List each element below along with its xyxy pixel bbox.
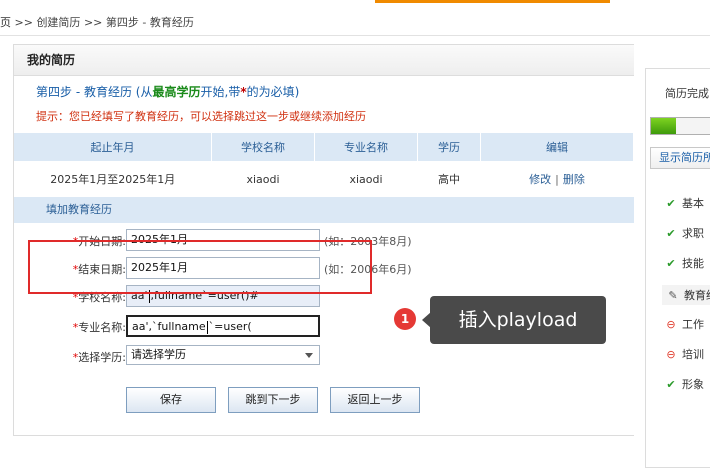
breadcrumb-separator: >> [83, 16, 103, 29]
cell-school: xiaodi [211, 161, 315, 198]
completion-progress-bar [650, 117, 710, 135]
text-caret [206, 320, 208, 334]
sidebar-item[interactable]: ✔ 形象 [664, 376, 704, 392]
sidebar-item-label: 教育经 [684, 289, 710, 302]
step-instructions: (从最高学历开始,带*的为必填) [136, 85, 300, 99]
breadcrumb-item-create-resume[interactable]: 创建简历 [36, 16, 80, 29]
major-name-label: *专业名称: [73, 319, 126, 335]
step-sub-open: (从 [135, 85, 153, 99]
column-header-school: 学校名称 [211, 133, 315, 161]
table-header-row: 起止年月 学校名称 专业名称 学历 编辑 [14, 133, 634, 161]
progress-fill [651, 118, 676, 134]
sidebar-item-label: 工作 [682, 318, 704, 331]
degree-label-text: 选择学历: [78, 351, 126, 364]
cell-period: 2025年1月至2025年1月 [14, 161, 212, 198]
show-resume-button[interactable]: 显示简历所 [650, 147, 710, 169]
column-header-period: 起止年月 [14, 133, 212, 161]
sidebar-item[interactable]: ✎ 教育经 [662, 285, 710, 305]
sidebar-item-label: 求职 [682, 227, 704, 240]
major-value-part2: `=user( [208, 320, 252, 333]
callout-text: 插入playload [430, 296, 606, 344]
top-accent-bar [375, 0, 610, 3]
sidebar-item[interactable]: ⊖ 培训 [664, 346, 704, 362]
education-table: 起止年月 学校名称 专业名称 学历 编辑 2025年1月至2025年1月 xia… [14, 133, 634, 198]
highlight-box [28, 240, 372, 294]
major-value-part1: aa',`fullname [132, 320, 206, 333]
column-header-degree: 学历 [417, 133, 481, 161]
breadcrumb: 页 >> 创建简历 >> 第四步 - 教育经历 [0, 14, 194, 30]
add-education-header: 填加教育经历 [14, 197, 634, 223]
skip-next-button[interactable]: 跳到下一步 [228, 387, 318, 413]
cell-major: xiaodi [314, 161, 418, 198]
completion-title: 简历完成 [665, 87, 709, 100]
delete-link[interactable]: 删除 [563, 173, 585, 186]
major-name-input[interactable]: aa',`fullname `=user( [126, 315, 320, 337]
sidebar-item-label: 形象 [682, 378, 704, 391]
column-header-edit: 编辑 [480, 133, 634, 161]
annotation-callout: 1 插入playload [394, 296, 606, 344]
degree-label: *选择学历: [73, 349, 126, 365]
sidebar-item-label: 培训 [682, 348, 704, 361]
sidebar-item[interactable]: ✔ 技能 [664, 255, 704, 271]
step-sub-highlight: 最高学历 [152, 85, 201, 99]
edit-link[interactable]: 修改 [529, 173, 551, 186]
sidebar-item[interactable]: ✔ 基本 [664, 195, 704, 211]
cell-degree: 高中 [417, 161, 481, 198]
breadcrumb-separator: >> [14, 16, 33, 29]
step-sub-mid: 开始,带 [200, 85, 241, 99]
minus-circle-icon: ⊖ [666, 318, 676, 331]
sidebar-item[interactable]: ⊖ 工作 [664, 316, 704, 332]
go-back-button[interactable]: 返回上一步 [330, 387, 420, 413]
column-header-major: 专业名称 [314, 133, 418, 161]
cell-actions: 修改 | 删除 [480, 161, 634, 198]
hint-text: 提示：您已经填写了教育经历，可以选择跳过这一步或继续添加经历 [36, 110, 366, 123]
panel-title: 我的简历 [14, 45, 634, 76]
pencil-icon: ✎ [668, 289, 678, 302]
step-sub-end: 的为必填) [246, 85, 300, 99]
sidebar-item-label: 技能 [682, 257, 704, 270]
step-title: 第四步 - 教育经历 (从最高学历开始,带*的为必填) [36, 83, 299, 100]
header-divider [0, 35, 710, 36]
table-row: 2025年1月至2025年1月 xiaodi xiaodi 高中 修改 | 删除 [14, 161, 634, 198]
breadcrumb-home[interactable]: 页 [0, 16, 11, 29]
degree-select[interactable]: 请选择学历 [126, 345, 320, 365]
action-separator: | [555, 173, 559, 186]
check-icon: ✔ [666, 227, 676, 240]
minus-circle-icon: ⊖ [666, 348, 676, 361]
save-button[interactable]: 保存 [126, 387, 216, 413]
check-icon: ✔ [666, 197, 676, 210]
degree-select-value: 请选择学历 [131, 348, 186, 361]
sidebar-item[interactable]: ✔ 求职 [664, 225, 704, 241]
resume-sidebar: 简历完成 显示简历所 ✔ 基本 ✔ 求职 ✔ 技能 ✎ 教育经 ⊖ 工作 ⊖ 培训 ✔ 形象 [645, 68, 710, 468]
degree-row: *选择学历: 请选择学历 [14, 345, 634, 369]
check-icon: ✔ [666, 378, 676, 391]
chevron-down-icon [305, 353, 313, 358]
major-name-label-text: 专业名称: [78, 321, 126, 334]
breadcrumb-item-current: 第四步 - 教育经历 [105, 16, 194, 29]
sidebar-item-label: 基本 [682, 197, 704, 210]
step-heading: 第四步 - 教育经历 [36, 85, 132, 99]
check-icon: ✔ [666, 257, 676, 270]
step-number-badge: 1 [394, 308, 416, 330]
